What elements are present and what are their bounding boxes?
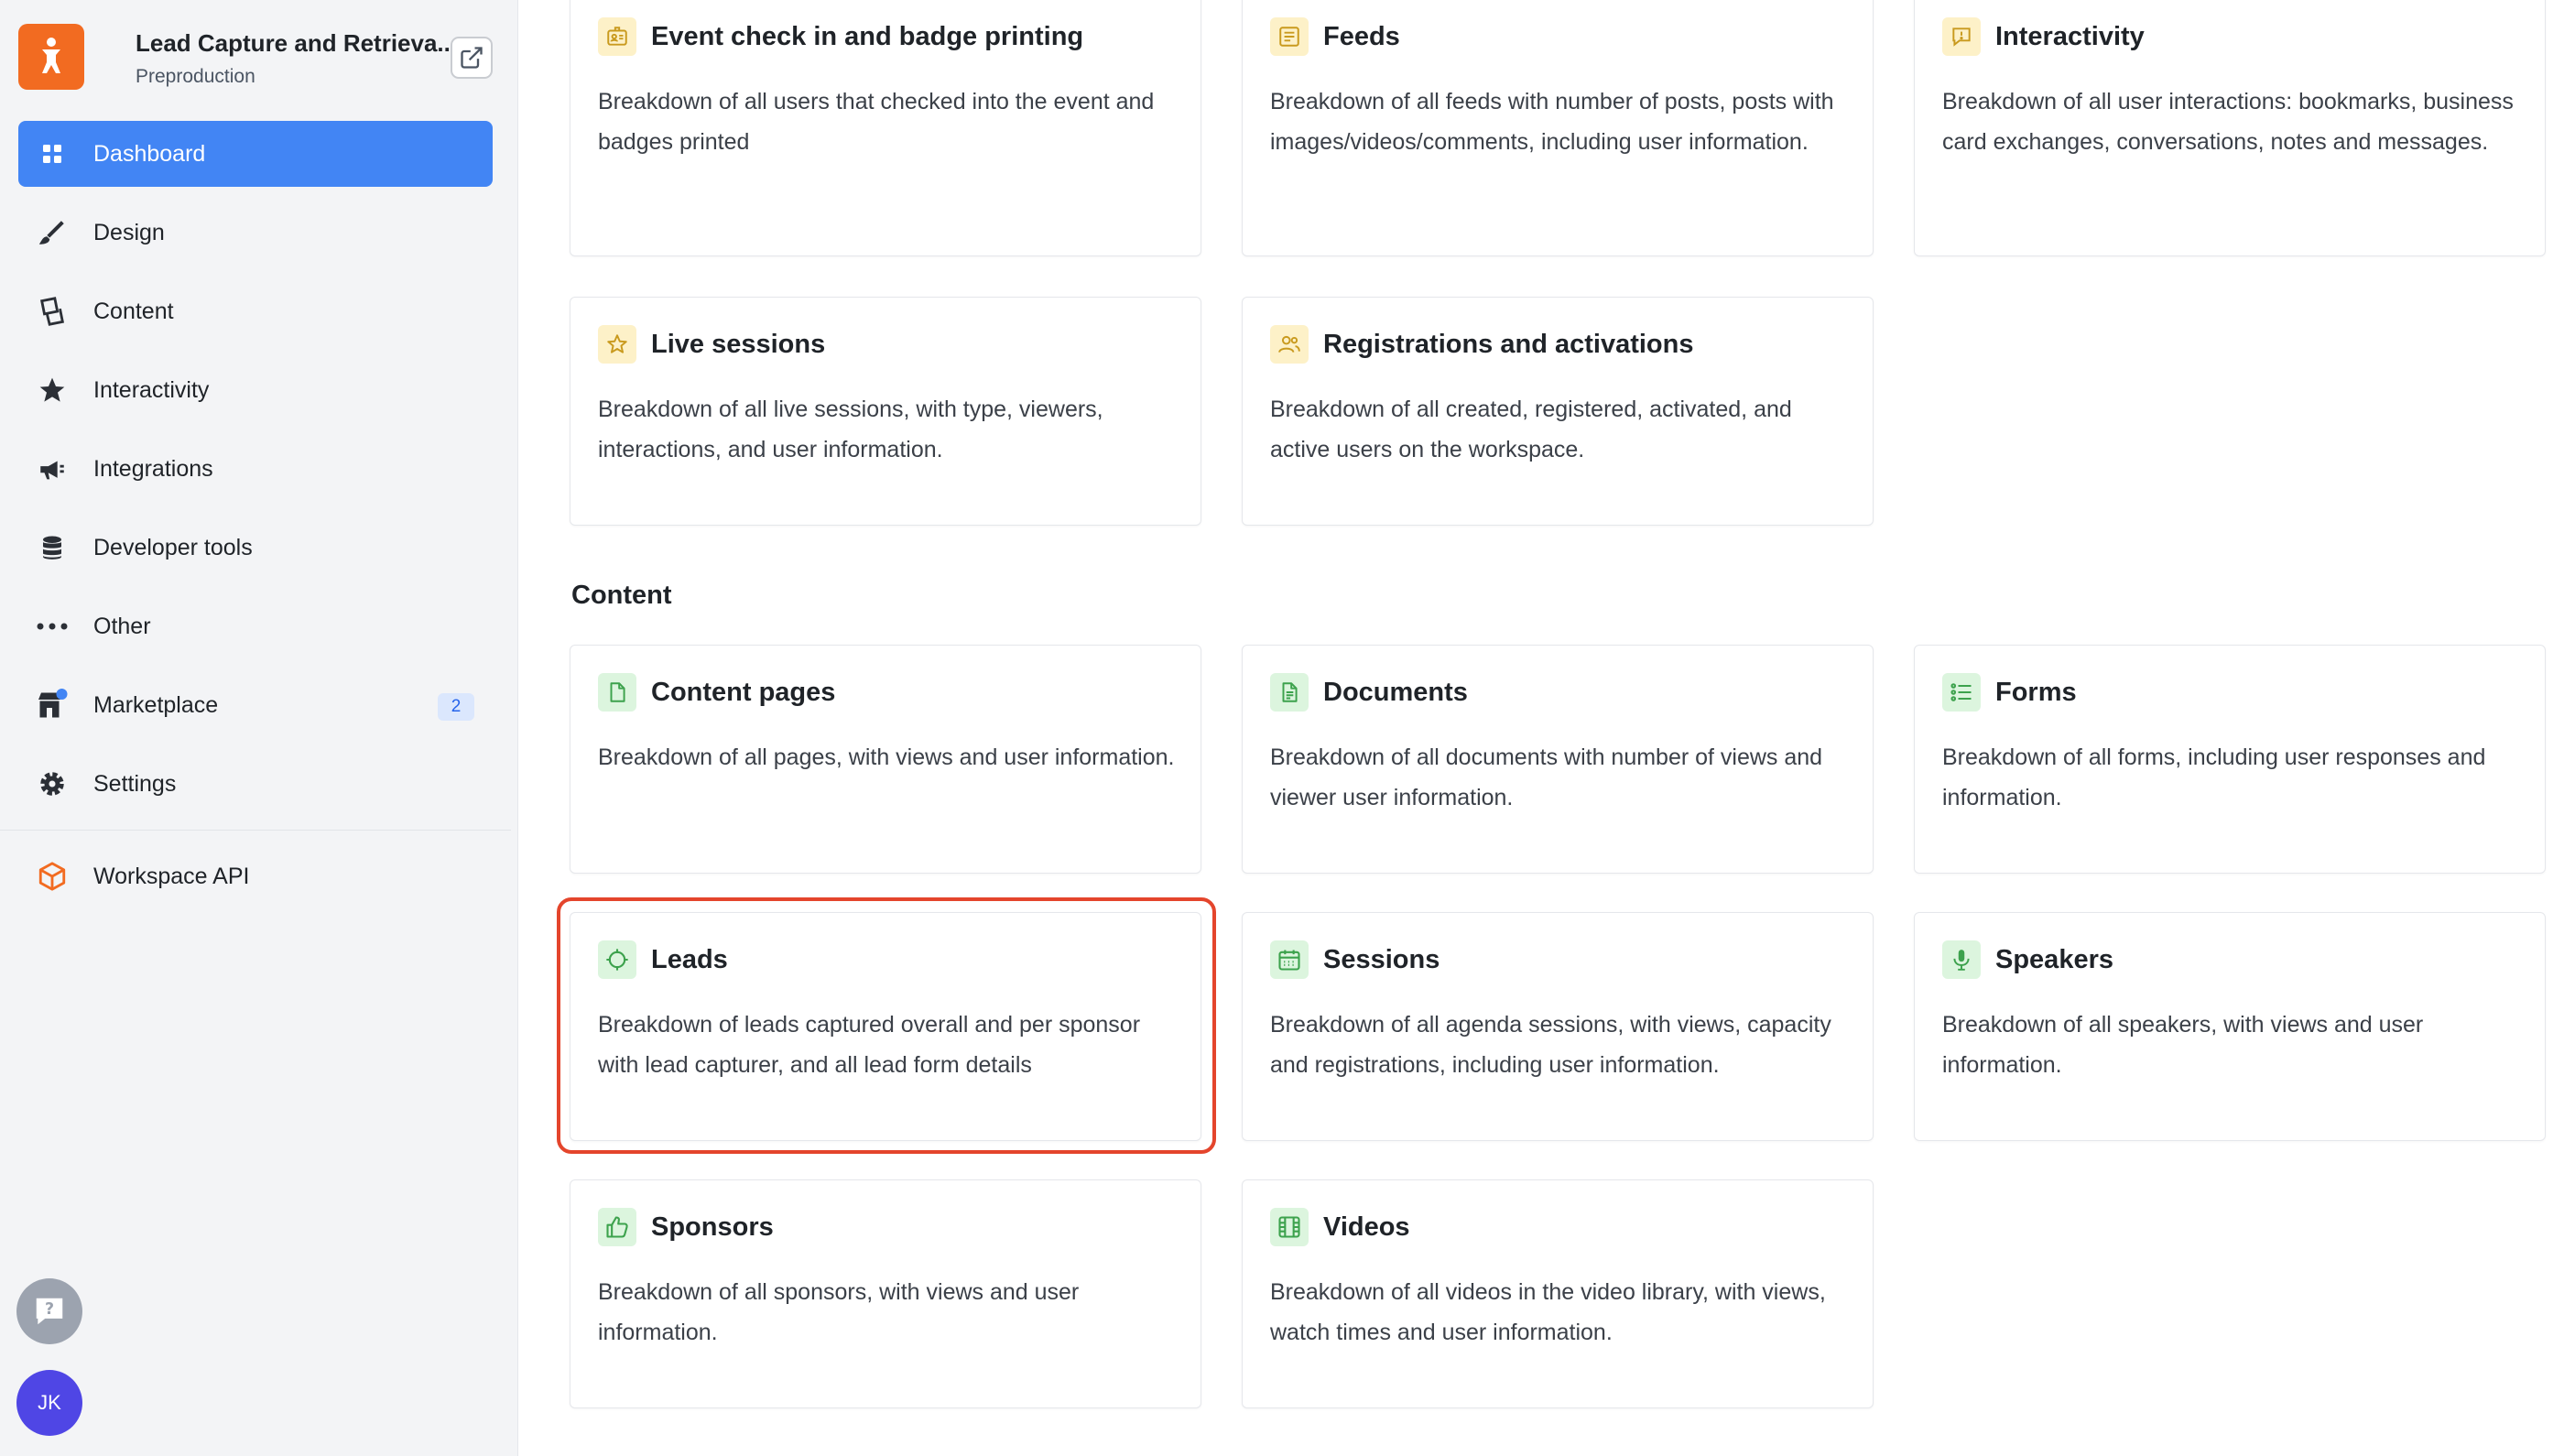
thumbs-up-icon [598, 1208, 636, 1246]
sidebar-item-label: Integrations [93, 455, 213, 482]
sidebar-item-settings[interactable]: Settings [18, 751, 493, 817]
database-icon [35, 530, 70, 565]
external-link-icon [461, 47, 483, 69]
sidebar-item-label: Other [93, 613, 151, 639]
card-title: Interactivity [1995, 21, 2145, 51]
card-description: Breakdown of all documents with number o… [1270, 744, 1823, 810]
calendar-icon [1270, 940, 1309, 979]
users-icon [1270, 325, 1309, 364]
report-card-videos[interactable]: Videos Breakdown of all videos in the vi… [1242, 1179, 1874, 1408]
report-card-speakers[interactable]: Speakers Breakdown of all speakers, with… [1914, 912, 2546, 1141]
card-title: Content pages [651, 677, 836, 707]
sidebar-item-integrations[interactable]: Integrations [18, 436, 493, 502]
brush-icon [35, 215, 70, 250]
report-card-live-sessions[interactable]: Live sessions Breakdown of all live sess… [570, 297, 1201, 526]
sidebar-item-label: Dashboard [93, 140, 206, 167]
more-icon [35, 609, 70, 644]
checklist-icon [1942, 673, 1981, 712]
chat-alert-icon [1942, 17, 1981, 56]
sidebar-item-label: Interactivity [93, 376, 210, 403]
sidebar-divider [0, 830, 511, 831]
store-icon [35, 688, 70, 723]
card-description: Breakdown of all sponsors, with views an… [598, 1279, 1080, 1345]
card-title: Videos [1323, 1212, 1410, 1242]
card-description: Breakdown of all created, registered, ac… [1270, 397, 1792, 462]
report-card-registrations[interactable]: Registrations and activations Breakdown … [1242, 297, 1874, 526]
badge-id-icon [598, 17, 636, 56]
sidebar-item-label: Content [93, 298, 174, 324]
card-description: Breakdown of all feeds with number of po… [1270, 89, 1834, 155]
sidebar-item-design[interactable]: Design [18, 200, 493, 266]
marketplace-count-badge: 2 [438, 693, 474, 721]
microphone-icon [1942, 940, 1981, 979]
dashboard-main: Event check in and badge printing Breakd… [518, 0, 2564, 1456]
star-outline-icon [598, 325, 636, 364]
megaphone-icon [35, 451, 70, 486]
section-title-content: Content [571, 581, 672, 610]
sidebar-item-label: Developer tools [93, 534, 253, 560]
sidebar-item-dashboard[interactable]: Dashboard [18, 121, 493, 187]
sidebar-item-developer-tools[interactable]: Developer tools [18, 515, 493, 581]
card-title: Documents [1323, 677, 1468, 707]
feed-list-icon [1270, 17, 1309, 56]
sidebar-item-workspace-api[interactable]: Workspace API [18, 843, 493, 909]
card-description: Breakdown of all users that checked into… [598, 89, 1155, 155]
card-description: Breakdown of all live sessions, with typ… [598, 397, 1103, 462]
report-card-interactivity[interactable]: Interactivity Breakdown of all user inte… [1914, 0, 2546, 256]
workspace-title: Lead Capture and Retrieva... [136, 29, 458, 57]
report-card-event-check-in[interactable]: Event check in and badge printing Breakd… [570, 0, 1201, 256]
card-title: Event check in and badge printing [651, 21, 1084, 51]
file-icon [598, 673, 636, 712]
sidebar-item-marketplace[interactable]: Marketplace 2 [18, 672, 493, 738]
sidebar-item-label: Marketplace [93, 691, 219, 718]
card-description: Breakdown of all forms, including user r… [1942, 744, 2486, 810]
card-description: Breakdown of all speakers, with views an… [1942, 1012, 2424, 1078]
card-title: Registrations and activations [1323, 329, 1694, 359]
report-card-sessions[interactable]: Sessions Breakdown of all agenda session… [1242, 912, 1874, 1141]
workspace-environment: Preproduction [136, 66, 255, 87]
content-icon [35, 294, 70, 329]
card-title: Live sessions [651, 329, 826, 359]
sidebar-item-label: Design [93, 219, 165, 245]
svg-text:?: ? [45, 1300, 54, 1319]
card-title: Feeds [1323, 21, 1400, 51]
workspace-header[interactable]: Lead Capture and Retrieva... Preproducti… [18, 24, 494, 101]
card-title: Forms [1995, 677, 2077, 707]
sidebar-item-interactivity[interactable]: Interactivity [18, 357, 493, 423]
report-card-content-pages[interactable]: Content pages Breakdown of all pages, wi… [570, 645, 1201, 874]
card-title: Sessions [1323, 944, 1440, 974]
grid-icon [35, 136, 70, 171]
report-card-documents[interactable]: Documents Breakdown of all documents wit… [1242, 645, 1874, 874]
help-chat-icon: ? [36, 1298, 63, 1325]
sidebar-item-content[interactable]: Content [18, 278, 493, 344]
sidebar-item-other[interactable]: Other [18, 593, 493, 659]
workspace-logo-icon [18, 24, 84, 90]
card-description: Breakdown of all videos in the video lib… [1270, 1279, 1826, 1345]
report-card-feeds[interactable]: Feeds Breakdown of all feeds with number… [1242, 0, 1874, 256]
report-card-sponsors[interactable]: Sponsors Breakdown of all sponsors, with… [570, 1179, 1201, 1408]
sidebar-nav: Dashboard Design Content Interactivity I… [0, 121, 511, 922]
cube-icon [35, 859, 70, 894]
card-description: Breakdown of all user interactions: book… [1942, 89, 2514, 155]
sidebar-item-label: Workspace API [93, 863, 250, 889]
document-icon [1270, 673, 1309, 712]
sidebar: Lead Capture and Retrieva... Preproducti… [0, 0, 518, 1456]
card-description: Breakdown of all pages, with views and u… [598, 744, 1175, 770]
star-icon [35, 373, 70, 407]
card-title: Sponsors [651, 1212, 774, 1242]
open-external-button[interactable] [451, 37, 493, 79]
card-title: Speakers [1995, 944, 2113, 974]
card-description: Breakdown of all agenda sessions, with v… [1270, 1012, 1831, 1078]
user-avatar[interactable]: JK [16, 1370, 82, 1436]
help-button[interactable]: ? [16, 1278, 82, 1344]
report-card-forms[interactable]: Forms Breakdown of all forms, including … [1914, 645, 2546, 874]
leads-card-highlight [557, 897, 1216, 1154]
gear-icon [35, 766, 70, 801]
sidebar-item-label: Settings [93, 770, 177, 797]
film-icon [1270, 1208, 1309, 1246]
